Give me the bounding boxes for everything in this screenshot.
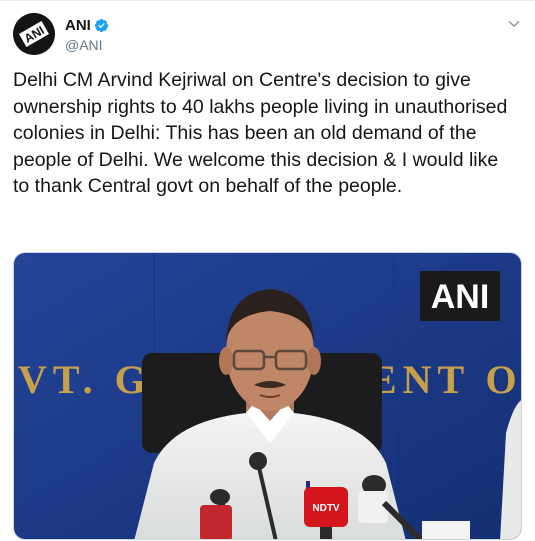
author-name[interactable]: ANI <box>65 17 91 34</box>
mic-flag-label: NDTV <box>312 503 340 514</box>
author-avatar[interactable]: ANI <box>13 13 55 55</box>
chevron-down-icon[interactable] <box>505 15 523 33</box>
tweet-media-image[interactable]: VT. GOVERNMENT OF ANI <box>13 252 522 540</box>
ani-logo-icon: ANI <box>13 13 55 55</box>
press-conference-photo: VT. GOVERNMENT OF ANI <box>14 253 521 539</box>
tweet-text: Delhi CM Arvind Kejriwal on Centre's dec… <box>13 69 508 197</box>
ani-watermark: ANI <box>431 278 490 316</box>
author-handle[interactable]: @ANI <box>65 37 103 53</box>
author-name-row: ANI <box>65 17 109 34</box>
verified-badge-icon <box>94 18 108 33</box>
tweet-card: ANI ANI @ANI Delhi CM Arvind Kejriwal on… <box>0 0 535 541</box>
